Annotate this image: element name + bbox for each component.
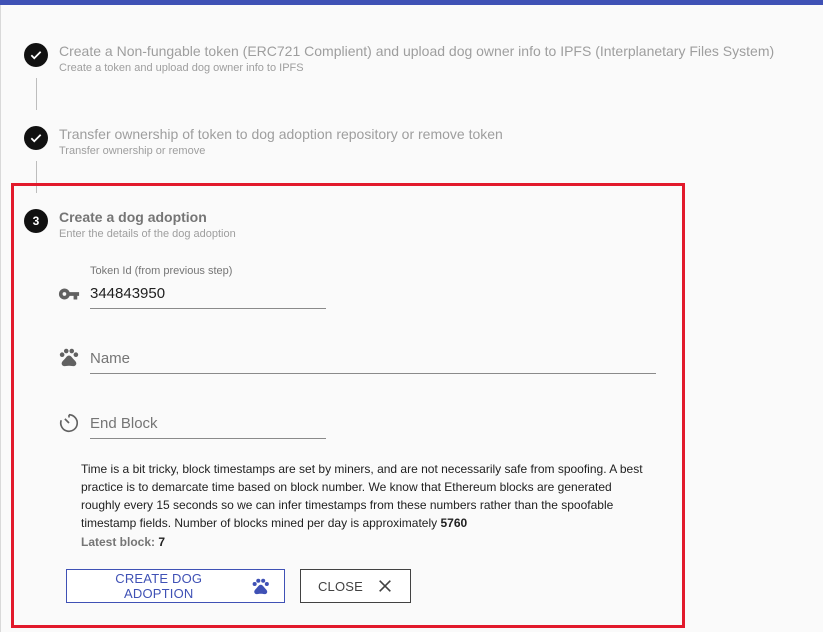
close-label: CLOSE xyxy=(317,578,364,594)
key-icon xyxy=(58,283,80,305)
paw-icon xyxy=(58,346,80,368)
highlight-frame xyxy=(11,183,685,628)
step-1-subtitle: Create a token and upload dog owner info… xyxy=(59,62,304,74)
latest-block-label: Latest block: xyxy=(81,535,156,549)
end-block-input[interactable] xyxy=(90,413,326,439)
latest-block-value: 7 xyxy=(158,535,166,549)
token-id-input[interactable] xyxy=(90,283,326,309)
top-app-bar xyxy=(0,0,823,5)
step-2-title: Transfer ownership of token to dog adopt… xyxy=(59,126,503,142)
token-id-label: Token Id (from previous step) xyxy=(90,265,233,277)
create-dog-adoption-label: CREATE DOG ADOPTION xyxy=(115,571,203,601)
step-3-number: 3 xyxy=(32,214,40,228)
step-3-subtitle: Enter the details of the dog adoption xyxy=(59,228,236,240)
step-2-subtitle: Transfer ownership or remove xyxy=(59,145,206,157)
timer-icon xyxy=(58,412,80,434)
step-connector xyxy=(36,78,37,110)
block-time-info-text: Time is a bit tricky, block timestamps a… xyxy=(81,462,643,530)
check-circle-icon xyxy=(24,43,48,67)
close-icon xyxy=(379,580,391,592)
left-edge-divider xyxy=(0,5,1,632)
step-3-title: Create a dog adoption xyxy=(59,209,207,225)
step-number-badge: 3 xyxy=(24,209,48,233)
block-time-info: Time is a bit tricky, block timestamps a… xyxy=(81,460,653,532)
latest-block: Latest block: 7 xyxy=(81,535,165,549)
close-button[interactable]: CLOSE xyxy=(300,569,411,603)
step-1-title: Create a Non-fungable token (ERC721 Comp… xyxy=(59,43,775,59)
create-dog-adoption-button[interactable]: CREATE DOG ADOPTION xyxy=(66,569,285,603)
name-input[interactable] xyxy=(90,348,656,374)
paw-icon xyxy=(252,578,269,595)
check-circle-icon xyxy=(24,126,48,150)
blocks-per-day-value: 5760 xyxy=(440,516,468,530)
